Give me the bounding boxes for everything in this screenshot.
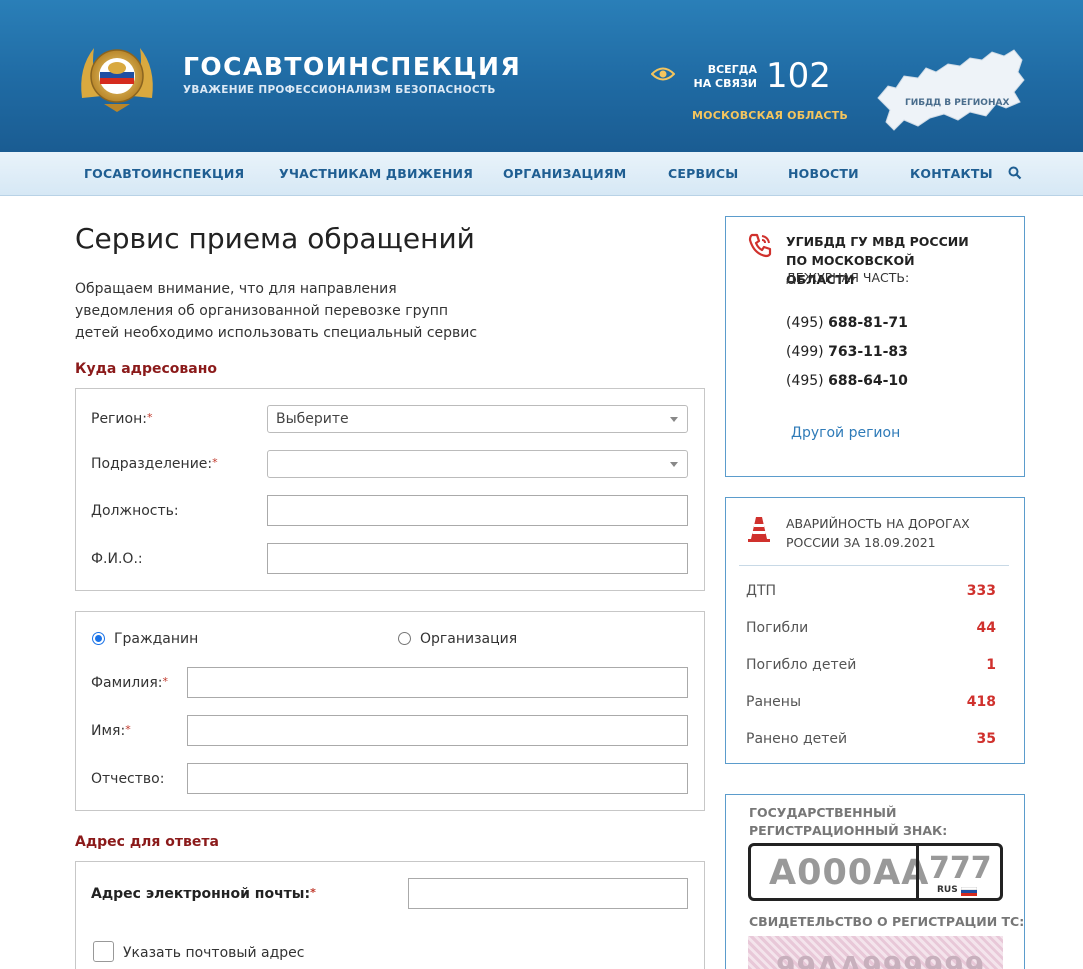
required-mark: * (125, 723, 131, 736)
patronymic-field-label: Отчество: (91, 771, 165, 787)
nav-item-services[interactable]: СЕРВИСЫ (668, 166, 738, 181)
section-heading-addressee: Куда адресовано (75, 361, 217, 377)
phone-icon (748, 233, 772, 258)
accident-row-value: 333 (966, 583, 996, 599)
accidents-title: АВАРИЙНОСТЬ НА ДОРОГАХ РОССИИ ЗА 18.09.2… (786, 516, 970, 550)
nav-item-gosavtoinspekciya[interactable]: ГОСАВТОИНСПЕКЦИЯ (84, 166, 244, 181)
required-mark: * (146, 411, 153, 424)
chevron-down-icon (670, 462, 678, 467)
main-nav: ГОСАВТОИНСПЕКЦИЯ УЧАСТНИКАМ ДВИЖЕНИЯ ОРГ… (0, 152, 1083, 196)
plate-caption-line2: РЕГИСТРАЦИОННЫЙ ЗНАК: (749, 823, 948, 838)
phone-code: (495) (786, 315, 824, 331)
always-line1: ВСЕГДА (707, 63, 757, 76)
always-line2: НА СВЯЗИ (693, 77, 758, 90)
traffic-cone-icon (748, 517, 770, 542)
division-label-text: Подразделение: (91, 456, 213, 472)
radio-citizen-label[interactable]: Гражданин (114, 631, 198, 647)
site-header: ГОСАВТОИНСПЕКЦИЯ УВАЖЕНИЕ ПРОФЕССИОНАЛИЗ… (0, 0, 1083, 152)
accident-row-value: 44 (976, 620, 996, 636)
required-mark: * (162, 675, 168, 688)
accident-row-name: Погибло детей (746, 657, 857, 673)
chevron-down-icon (670, 417, 678, 422)
accident-row-name: Погибли (746, 620, 809, 636)
gai-emblem-icon[interactable] (74, 38, 160, 114)
accident-row-name: Ранено детей (746, 731, 848, 747)
accidents-divider (739, 565, 1009, 566)
plate-country: RUS (937, 885, 958, 895)
emergency-phone[interactable]: 102 (766, 56, 831, 96)
phone-number: 763-11-83 (828, 344, 908, 360)
plate-divider (916, 846, 919, 898)
firstname-input[interactable] (187, 715, 688, 746)
lastname-input[interactable] (187, 667, 688, 698)
accident-row-name: Ранены (746, 694, 801, 710)
duty-phone-2[interactable]: (499) 763-11-83 (786, 344, 908, 360)
accident-row-value: 35 (976, 731, 996, 747)
position-input[interactable] (267, 495, 688, 526)
map-label[interactable]: ГИБДД В РЕГИОНАХ (905, 98, 1009, 108)
accident-row-value: 1 (986, 657, 996, 673)
phone-code: (499) (786, 344, 824, 360)
russia-map-icon[interactable] (874, 46, 1026, 136)
radio-organization[interactable] (398, 632, 411, 645)
phone-number: 688-81-71 (828, 315, 908, 331)
required-mark: * (310, 886, 316, 899)
email-input[interactable] (408, 878, 688, 909)
patronymic-input[interactable] (187, 763, 688, 794)
certificate-caption: СВИДЕТЕЛЬСТВО О РЕГИСТРАЦИИ ТС: (749, 914, 1025, 929)
region-select[interactable]: Выберите (267, 405, 688, 433)
plate-number: А000АА (769, 853, 930, 893)
page-title: Сервис приема обращений (75, 222, 475, 255)
phone-number: 688-64-10 (828, 373, 908, 389)
region-label[interactable]: МОСКОВСКАЯ ОБЛАСТЬ (692, 109, 848, 122)
lastname-label-text: Фамилия: (91, 675, 163, 691)
region-field-label: Регион:* (91, 411, 152, 427)
license-plate[interactable]: А000АА 777 RUS (748, 843, 1003, 901)
section-heading-reply: Адрес для ответа (75, 834, 219, 850)
duty-phone-1[interactable]: (495) 688-81-71 (786, 315, 908, 331)
required-mark: * (212, 456, 218, 469)
email-field-label: Адрес электронной почты:* (91, 886, 316, 902)
firstname-field-label: Имя:* (91, 723, 131, 739)
postal-address-checkbox[interactable] (93, 941, 114, 962)
certificate-number: 99АА999999 (776, 950, 986, 969)
email-label-text: Адрес электронной почты: (91, 886, 311, 902)
eye-icon[interactable] (651, 66, 675, 82)
duty-phone-3[interactable]: (495) 688-64-10 (786, 373, 908, 389)
plate-caption: ГОСУДАРСТВЕННЫЙ РЕГИСТРАЦИОННЫЙ ЗНАК: (749, 804, 947, 840)
nav-item-organizations[interactable]: ОРГАНИЗАЦИЯМ (503, 166, 626, 181)
fio-input[interactable] (267, 543, 688, 574)
always-connected-label: ВСЕГДА НА СВЯЗИ (693, 63, 758, 91)
region-select-value: Выберите (276, 411, 349, 427)
search-icon[interactable] (1008, 166, 1022, 180)
other-region-link[interactable]: Другой регион (791, 425, 900, 441)
lastname-field-label: Фамилия:* (91, 675, 168, 691)
firstname-label-text: Имя: (91, 723, 126, 739)
plate-region: 777 (929, 851, 992, 886)
brand-subtitle: УВАЖЕНИЕ ПРОФЕССИОНАЛИЗМ БЕЗОПАСНОСТЬ (183, 84, 496, 96)
plate-caption-line1: ГОСУДАРСТВЕННЫЙ (749, 805, 897, 820)
notice-text: Обращаем внимание, что для направления у… (75, 281, 478, 341)
region-label-text: Регион: (91, 411, 147, 427)
nav-item-participants[interactable]: УЧАСТНИКАМ ДВИЖЕНИЯ (279, 166, 473, 181)
nav-item-contacts[interactable]: КОНТАКТЫ (910, 166, 993, 181)
accident-row-value: 418 (966, 694, 996, 710)
russia-flag-icon (961, 887, 977, 896)
brand-title[interactable]: ГОСАВТОИНСПЕКЦИЯ (183, 52, 521, 81)
accident-row-name: ДТП (746, 583, 777, 599)
phone-code: (495) (786, 373, 824, 389)
duty-subtitle: ДЕЖУРНАЯ ЧАСТЬ: (786, 270, 910, 285)
position-field-label: Должность: (91, 503, 179, 519)
radio-citizen[interactable] (92, 632, 105, 645)
radio-organization-label[interactable]: Организация (420, 631, 517, 647)
postal-address-label[interactable]: Указать почтовый адрес (123, 945, 304, 961)
certificate-image[interactable]: 99АА999999 (748, 936, 1003, 969)
nav-item-news[interactable]: НОВОСТИ (788, 166, 859, 181)
division-select[interactable] (267, 450, 688, 478)
division-field-label: Подразделение:* (91, 456, 218, 472)
fio-field-label: Ф.И.О.: (91, 551, 143, 567)
